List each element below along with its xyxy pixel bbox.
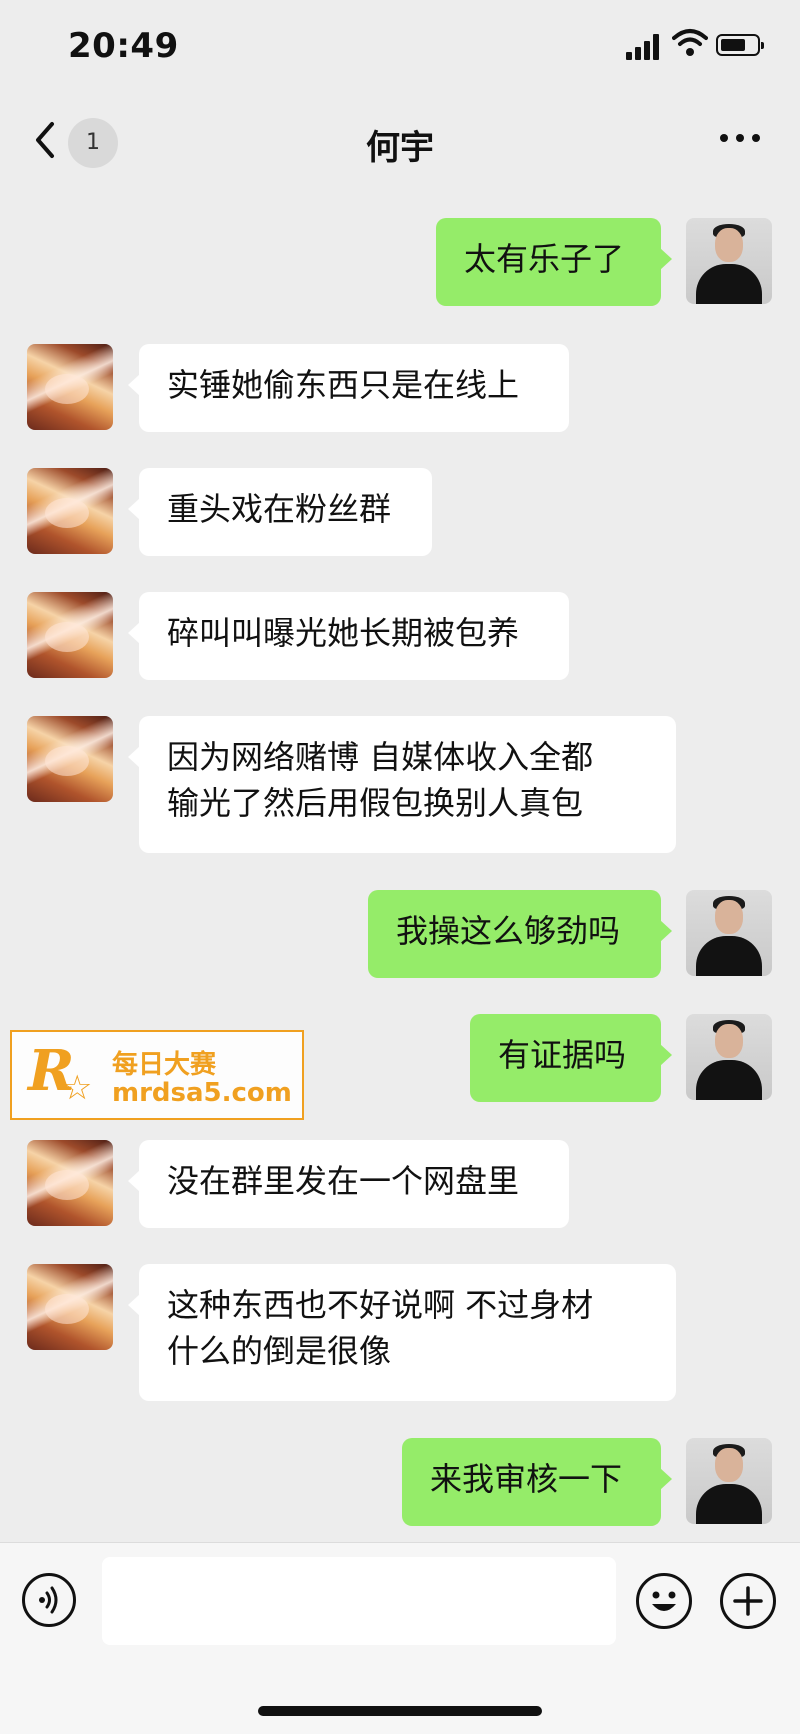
contact-avatar[interactable]	[27, 1140, 113, 1226]
message-bubble[interactable]: 实锤她偷东西只是在线上	[128, 344, 569, 432]
my-avatar[interactable]	[686, 218, 772, 304]
contact-avatar[interactable]	[27, 468, 113, 554]
watermark: R ☆ 每日大赛 mrdsa5.com	[10, 1030, 304, 1120]
home-indicator	[258, 1706, 542, 1716]
contact-avatar[interactable]	[27, 344, 113, 430]
input-bar	[0, 1542, 800, 1734]
voice-icon	[39, 1586, 58, 1614]
voice-input-button[interactable]	[22, 1573, 76, 1627]
watermark-url: mrdsa5.com	[112, 1078, 292, 1108]
wifi-icon	[672, 29, 708, 56]
plus-icon	[733, 1586, 763, 1616]
status-time: 20:49	[68, 26, 179, 66]
message-bubble[interactable]: 来我审核一下	[402, 1438, 672, 1526]
message-bubble[interactable]: 我操这么够劲吗	[368, 890, 672, 978]
chat-title: 何宇	[366, 128, 434, 168]
contact-avatar[interactable]	[27, 1264, 113, 1350]
contact-avatar[interactable]	[27, 716, 113, 802]
contact-avatar[interactable]	[27, 592, 113, 678]
message-bubble[interactable]: 有证据吗	[470, 1014, 672, 1102]
message-bubble[interactable]: 太有乐子了	[436, 218, 672, 306]
message-bubble[interactable]: 重头戏在粉丝群	[128, 468, 432, 556]
more-options-icon[interactable]	[718, 134, 762, 146]
more-actions-button[interactable]	[720, 1573, 776, 1629]
emoji-icon	[652, 1591, 676, 1611]
message-input[interactable]	[102, 1557, 616, 1645]
star-icon: ☆	[62, 1068, 93, 1108]
watermark-name: 每日大赛	[112, 1050, 217, 1080]
message-bubble[interactable]: 碎叫叫曝光她长期被包养	[128, 592, 569, 680]
my-avatar[interactable]	[686, 1438, 772, 1524]
status-bar: 20:49	[0, 0, 800, 96]
emoji-button[interactable]	[636, 1573, 692, 1629]
my-avatar[interactable]	[686, 890, 772, 976]
battery-icon	[716, 34, 764, 56]
my-avatar[interactable]	[686, 1014, 772, 1100]
cellular-signal-icon	[626, 34, 662, 60]
message-bubble[interactable]: 这种东西也不好说啊 不过身材 什么的倒是很像	[128, 1264, 676, 1401]
message-bubble[interactable]: 因为网络赌博 自媒体收入全都 输光了然后用假包换别人真包	[128, 716, 676, 853]
message-bubble[interactable]: 没在群里发在一个网盘里	[128, 1140, 569, 1228]
